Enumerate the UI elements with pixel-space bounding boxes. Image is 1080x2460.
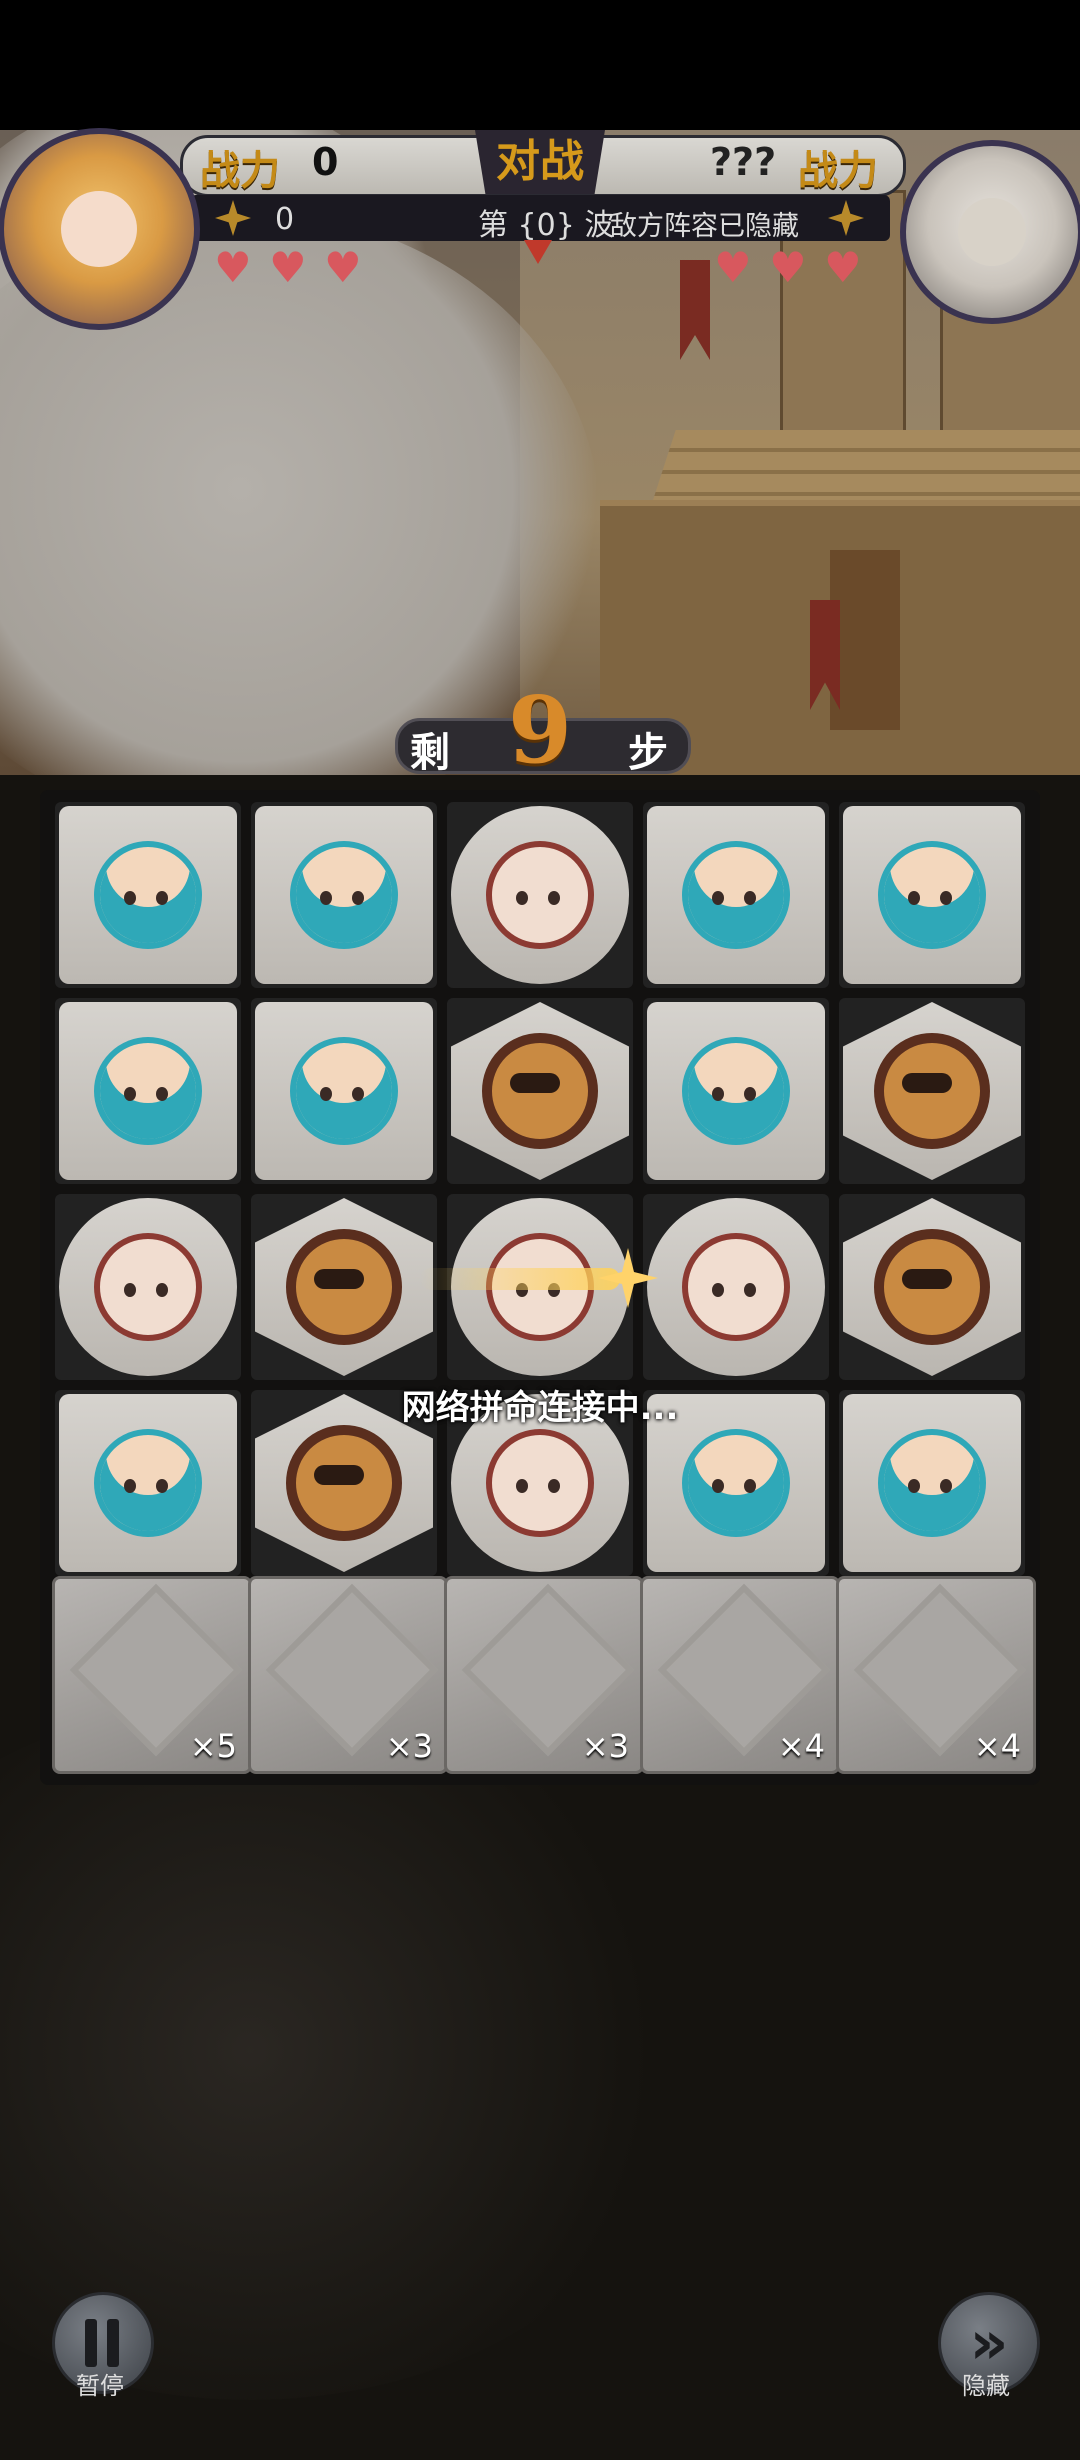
square-tile — [255, 806, 433, 984]
stone-count: ×3 — [385, 1727, 433, 1765]
match-streak-effect — [420, 1268, 620, 1290]
board-cell[interactable] — [55, 1194, 241, 1380]
podium — [830, 550, 900, 730]
player-stars: 0 — [275, 202, 295, 237]
masked-brute-icon — [843, 1002, 1021, 1180]
heart-icon: ♥ — [214, 243, 252, 292]
bunny-ear-hero-icon — [451, 806, 629, 984]
player-power-label: 战力 — [200, 147, 280, 194]
board-cell[interactable] — [251, 998, 437, 1184]
wave-text: 第 {0} 波 — [478, 208, 615, 243]
bunny-ear-hero-icon — [59, 1198, 237, 1376]
board-cell[interactable] — [251, 802, 437, 988]
square-tile — [59, 1002, 237, 1180]
circle-tile — [59, 1198, 237, 1376]
stone-count: ×5 — [189, 1727, 237, 1765]
square-tile — [843, 806, 1021, 984]
stone-count: ×4 — [973, 1727, 1021, 1765]
board-cell[interactable] — [839, 1194, 1025, 1380]
masked-brute-icon — [451, 1002, 629, 1180]
square-tile — [255, 1002, 433, 1180]
heart-icon: ♥ — [769, 243, 807, 292]
board-cell[interactable] — [643, 998, 829, 1184]
masked-brute-icon — [255, 1198, 433, 1376]
heart-icon: ♥ — [269, 243, 307, 292]
enemy-power-value: ??? — [710, 140, 777, 184]
board-cell[interactable] — [447, 802, 633, 988]
board-cell[interactable] — [839, 998, 1025, 1184]
stone-count: ×3 — [581, 1727, 629, 1765]
masked-brute-icon — [843, 1198, 1021, 1376]
stone-block[interactable]: ×3 — [444, 1576, 644, 1774]
board-cell[interactable] — [251, 1194, 437, 1380]
versus-label: 对战 — [475, 130, 605, 194]
enemy-power-label: 战力 — [798, 147, 878, 194]
stone-block[interactable]: ×4 — [836, 1576, 1036, 1774]
bunny-ear-hero-icon — [647, 1198, 825, 1376]
hexagon-tile — [255, 1198, 433, 1376]
steps-left-label: 剩 — [410, 729, 450, 776]
heart-icon: ♥ — [714, 243, 752, 292]
hexagon-tile — [843, 1002, 1021, 1180]
hexagon-tile — [451, 1002, 629, 1180]
stone-block[interactable]: ×5 — [52, 1576, 252, 1774]
player-power-value: 0 — [312, 140, 339, 184]
blue-hair-hero-icon — [647, 1002, 825, 1180]
pause-icon — [85, 2319, 121, 2367]
heart-icon: ♥ — [824, 243, 862, 292]
steps-right-label: 步 — [628, 729, 668, 776]
player-avatar[interactable] — [0, 128, 200, 330]
pause-label: 暂停 — [76, 2372, 124, 2400]
loading-text: 网络拼命连接中... — [401, 1388, 679, 1428]
steps-remaining: 9 — [507, 676, 572, 784]
blue-hair-hero-icon — [59, 806, 237, 984]
enemy-avatar[interactable] — [900, 140, 1080, 324]
square-tile — [647, 1002, 825, 1180]
board-cell[interactable] — [55, 802, 241, 988]
blue-hair-hero-icon — [647, 806, 825, 984]
square-tile — [59, 806, 237, 984]
blue-hair-hero-icon — [255, 1002, 433, 1180]
stone-count: ×4 — [777, 1727, 825, 1765]
enemy-hidden-text: 敌方阵容已隐藏 — [610, 211, 799, 242]
blue-hair-hero-icon — [255, 806, 433, 984]
top-black-band — [0, 0, 1080, 130]
blue-hair-hero-icon — [59, 1002, 237, 1180]
heart-icon: ♥ — [324, 243, 362, 292]
board-cell[interactable] — [55, 998, 241, 1184]
board-cell[interactable] — [643, 1194, 829, 1380]
square-tile — [647, 806, 825, 984]
blue-hair-hero-icon — [843, 806, 1021, 984]
hide-label: 隐藏 — [962, 2372, 1010, 2400]
stone-block[interactable]: ×3 — [248, 1576, 448, 1774]
board-cell[interactable] — [643, 802, 829, 988]
board-cell[interactable] — [839, 802, 1025, 988]
circle-tile — [451, 806, 629, 984]
stone-block[interactable]: ×4 — [640, 1576, 840, 1774]
circle-tile — [647, 1198, 825, 1376]
board-cell[interactable] — [447, 998, 633, 1184]
hexagon-tile — [843, 1198, 1021, 1376]
